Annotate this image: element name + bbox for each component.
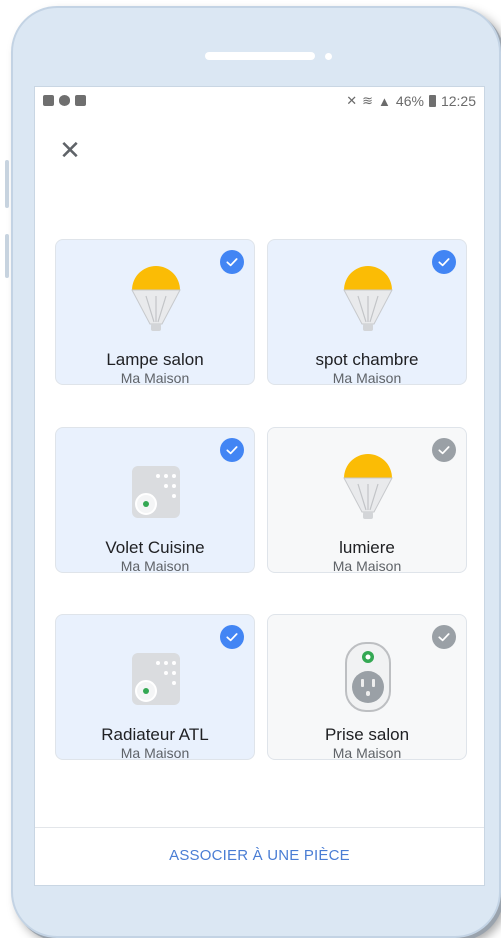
app-screen: ✕ ≋ ▲ 46% 12:25 ✕ Lampe salon Ma Maison sp… xyxy=(34,86,485,886)
checkmark-icon[interactable] xyxy=(432,438,456,462)
device-home: Ma Maison xyxy=(332,745,402,761)
status-bar: ✕ ≋ ▲ 46% 12:25 xyxy=(35,87,484,117)
checkmark-icon[interactable] xyxy=(432,250,456,274)
phone-camera xyxy=(325,53,332,60)
shutter-remote-icon xyxy=(128,454,184,526)
power-button xyxy=(5,234,9,278)
volume-button xyxy=(5,160,9,208)
wifi-icon: ≋ xyxy=(362,93,374,108)
device-tile[interactable]: Lampe salon Ma Maison xyxy=(55,239,255,386)
divider xyxy=(35,827,484,828)
smart-plug-icon xyxy=(340,641,396,713)
device-name: spot chambre xyxy=(315,350,419,369)
device-tile[interactable]: Radiateur ATL Ma Maison xyxy=(55,614,255,761)
device-tile[interactable]: Prise salon Ma Maison xyxy=(267,614,467,761)
assign-room-button[interactable]: ASSOCIER À UNE PIÈCE xyxy=(35,847,484,864)
device-tile[interactable]: Volet Cuisine Ma Maison xyxy=(55,427,255,574)
checkmark-icon[interactable] xyxy=(432,625,456,649)
close-icon[interactable]: ✕ xyxy=(57,137,83,163)
device-tile[interactable]: lumiere Ma Maison xyxy=(267,427,467,574)
device-home: Ma Maison xyxy=(332,558,402,574)
light-bulb-icon xyxy=(128,266,184,338)
device-home: Ma Maison xyxy=(332,370,402,386)
device-home: Ma Maison xyxy=(120,370,190,386)
battery-percent: 46% xyxy=(395,93,424,109)
signal-icon: ▲ xyxy=(378,93,391,109)
image-icon xyxy=(43,95,54,106)
device-name: Radiateur ATL xyxy=(101,725,209,744)
checkmark-icon[interactable] xyxy=(220,250,244,274)
device-name: Prise salon xyxy=(324,725,410,744)
mute-icon: ✕ xyxy=(346,93,358,108)
checkmark-icon[interactable] xyxy=(220,438,244,462)
device-home: Ma Maison xyxy=(120,558,190,574)
sd-card-icon xyxy=(59,95,70,106)
device-name: Volet Cuisine xyxy=(105,538,205,557)
mail-icon xyxy=(75,95,86,106)
battery-icon xyxy=(428,95,436,107)
device-home: Ma Maison xyxy=(120,745,190,761)
checkmark-icon[interactable] xyxy=(220,625,244,649)
light-bulb-icon xyxy=(340,454,396,526)
clock: 12:25 xyxy=(440,93,476,109)
device-tile[interactable]: spot chambre Ma Maison xyxy=(267,239,467,386)
device-name: Lampe salon xyxy=(106,350,204,369)
phone-speaker xyxy=(205,52,315,60)
shutter-remote-icon xyxy=(128,641,184,713)
light-bulb-icon xyxy=(340,266,396,338)
device-name: lumiere xyxy=(339,538,395,557)
